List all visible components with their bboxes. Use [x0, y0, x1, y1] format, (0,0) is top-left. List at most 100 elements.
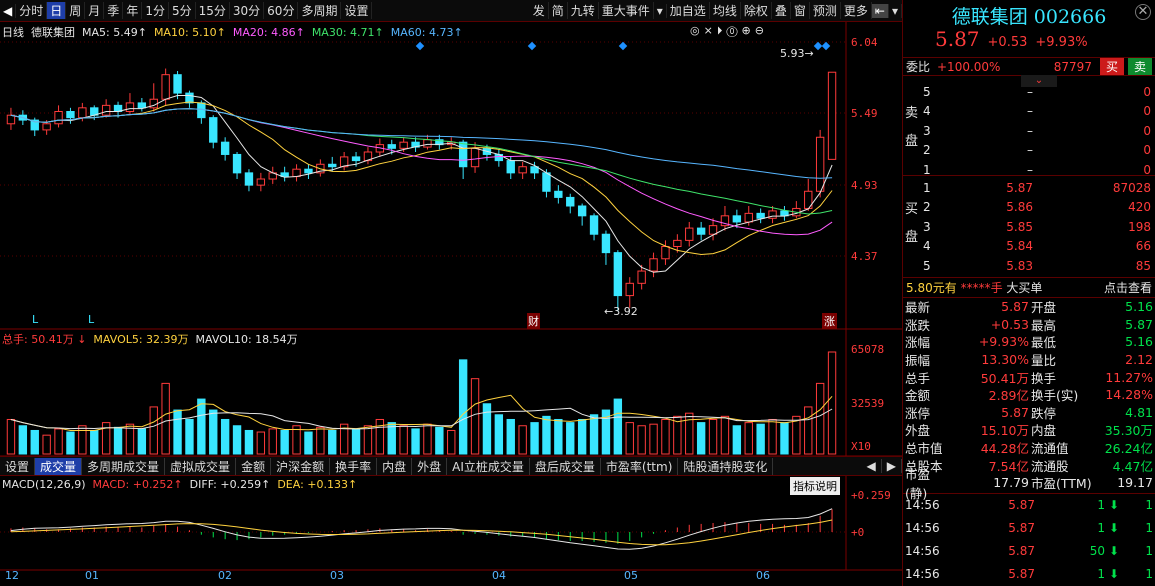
chevron-down-icon[interactable]: ▾ [889, 3, 902, 18]
volume-bar [637, 425, 646, 455]
candle-body [387, 144, 396, 149]
tab-pe-ttm[interactable]: 市盈率(ttm) [601, 457, 679, 475]
tick-time: 14:56 [905, 544, 940, 559]
tab-ai-volume[interactable]: AI立桩成交量 [447, 457, 530, 475]
tabs-scroll-left-icon[interactable]: ◀ [862, 459, 882, 473]
volume-bar [435, 426, 444, 455]
tab-inner[interactable]: 内盘 [377, 457, 413, 475]
candle-body [66, 111, 75, 119]
btn-ex-rights[interactable]: 除权 [741, 2, 772, 19]
tab-volume[interactable]: 成交量 [35, 457, 83, 475]
candle-body [708, 225, 718, 235]
price-axis-label: 4.93 [851, 179, 878, 192]
tab-30min[interactable]: 30分 [230, 2, 265, 19]
candle-body [506, 160, 515, 174]
ma10-label: MA10: 5.10↑ [153, 26, 226, 39]
tab-hs-amount[interactable]: 沪深金额 [271, 457, 331, 475]
order-level: 4 [923, 104, 931, 119]
quote-row: 振幅 13.30% 量比 2.12 [903, 351, 1155, 369]
price-axis-label: 6.04 [851, 36, 878, 49]
diff-value: DIFF: +0.259↑ [189, 478, 271, 491]
candle-body [554, 190, 563, 198]
order-book-row: 3 – 0 [923, 121, 1153, 141]
tab-multi-period[interactable]: 多周期 [298, 2, 342, 19]
tab-settings[interactable]: 设置 [341, 2, 373, 19]
candle-body [232, 153, 242, 174]
order-price: – [1027, 123, 1033, 138]
tab-1min[interactable]: 1分 [142, 2, 169, 19]
tab-fenshi[interactable]: 分时 [16, 2, 48, 19]
candle-body [256, 178, 266, 186]
chart-area[interactable] [0, 22, 902, 586]
volume-axis-label: 32539 [851, 397, 885, 410]
volume-bar [351, 428, 361, 455]
tab-multi-period-volume[interactable]: 多周期成交量 [82, 457, 166, 475]
tabs-scroll-right-icon[interactable]: ▶ [882, 459, 902, 473]
volume-bar [589, 414, 599, 455]
toolbar-arrow-left[interactable]: ◀ [0, 3, 17, 18]
volume-bar [304, 431, 313, 455]
btn-overlay[interactable]: 叠 [772, 2, 791, 19]
collapse-left-icon[interactable]: ⇤ [871, 3, 889, 18]
volume-bar [6, 418, 16, 455]
tick-price: 5.87 [1008, 567, 1035, 582]
weibi-label: 委比 [906, 60, 931, 74]
btn-jiuzhuan[interactable]: 九转 [568, 2, 599, 19]
volume-bar [399, 425, 408, 455]
tab-virtual-volume[interactable]: 虚拟成交量 [165, 457, 237, 475]
tab-day[interactable]: 日 [47, 2, 67, 19]
tab-after-hours[interactable]: 盘后成交量 [530, 457, 601, 475]
btn-add-watchlist[interactable]: 加自选 [667, 2, 710, 19]
candle-body [173, 74, 182, 94]
stock-name-label: 德联集团 [31, 26, 75, 39]
order-book-row: 3 5.85 198 [923, 217, 1153, 237]
btn-window[interactable]: 窗 [791, 2, 810, 19]
tab-quarter[interactable]: 季 [104, 2, 124, 19]
tab-60min[interactable]: 60分 [264, 2, 299, 19]
btn-major-events[interactable]: 重大事件 [599, 2, 654, 19]
volume-bar [720, 415, 730, 455]
price-change: +0.53 [987, 35, 1028, 50]
tab-week[interactable]: 周 [66, 2, 86, 19]
tick-count: 1 [1145, 567, 1153, 582]
tab-hk-connect[interactable]: 陆股通持股变化 [678, 457, 774, 475]
candle-body [589, 215, 599, 235]
order-price: 5.84 [1006, 239, 1033, 254]
tab-indicator-settings[interactable]: 设置 [0, 457, 36, 475]
buy-label-char: 买 [905, 202, 919, 217]
high-price-annotation: 5.93→ [780, 47, 814, 60]
close-icon[interactable]: ✕ [1135, 4, 1151, 20]
volume-bar [90, 429, 99, 455]
macd-axis-label: +0.259 [851, 489, 891, 502]
order-level: 3 [923, 123, 931, 138]
tab-turnover[interactable]: 换手率 [330, 457, 378, 475]
btn-more[interactable]: 更多 [841, 2, 872, 19]
candle-body [613, 252, 623, 297]
chevron-down-icon[interactable]: ▾ [654, 3, 667, 18]
btn-jian[interactable]: 简 [549, 2, 568, 19]
tab-year[interactable]: 年 [123, 2, 143, 19]
big-order-stars: *****手 [960, 281, 1003, 295]
buy-side-label: 买 盘 [905, 196, 918, 252]
btn-fa[interactable]: 发 [530, 2, 549, 19]
buy-button[interactable]: 买 [1099, 58, 1124, 75]
tab-outer[interactable]: 外盘 [412, 457, 448, 475]
finance-report-mark[interactable]: 财 [527, 313, 540, 329]
btn-ma-lines[interactable]: 均线 [710, 2, 741, 19]
volume-bar [494, 414, 504, 455]
down-arrow-icon: ⬇ [1108, 544, 1120, 559]
limit-up-mark[interactable]: 涨 [822, 313, 837, 329]
tab-15min[interactable]: 15分 [196, 2, 230, 19]
indicator-help-button[interactable]: 指标说明 [790, 477, 840, 495]
sell-button[interactable]: 卖 [1127, 58, 1152, 75]
tab-amount[interactable]: 金额 [236, 457, 272, 475]
tab-month[interactable]: 月 [85, 2, 105, 19]
btn-forecast[interactable]: 预测 [810, 2, 841, 19]
tab-5min[interactable]: 5分 [169, 2, 196, 19]
ma30-label: MA30: 4.71↑ [311, 26, 384, 39]
big-order-link[interactable]: 点击查看 [1104, 279, 1152, 296]
price-line: 5.87 +0.53 +9.93% [903, 27, 1155, 57]
chart-tool-icons[interactable]: ◎⨯⏵⓪⊕⊖ [690, 24, 768, 38]
volume-bar [661, 418, 670, 455]
candle-body [197, 102, 206, 119]
